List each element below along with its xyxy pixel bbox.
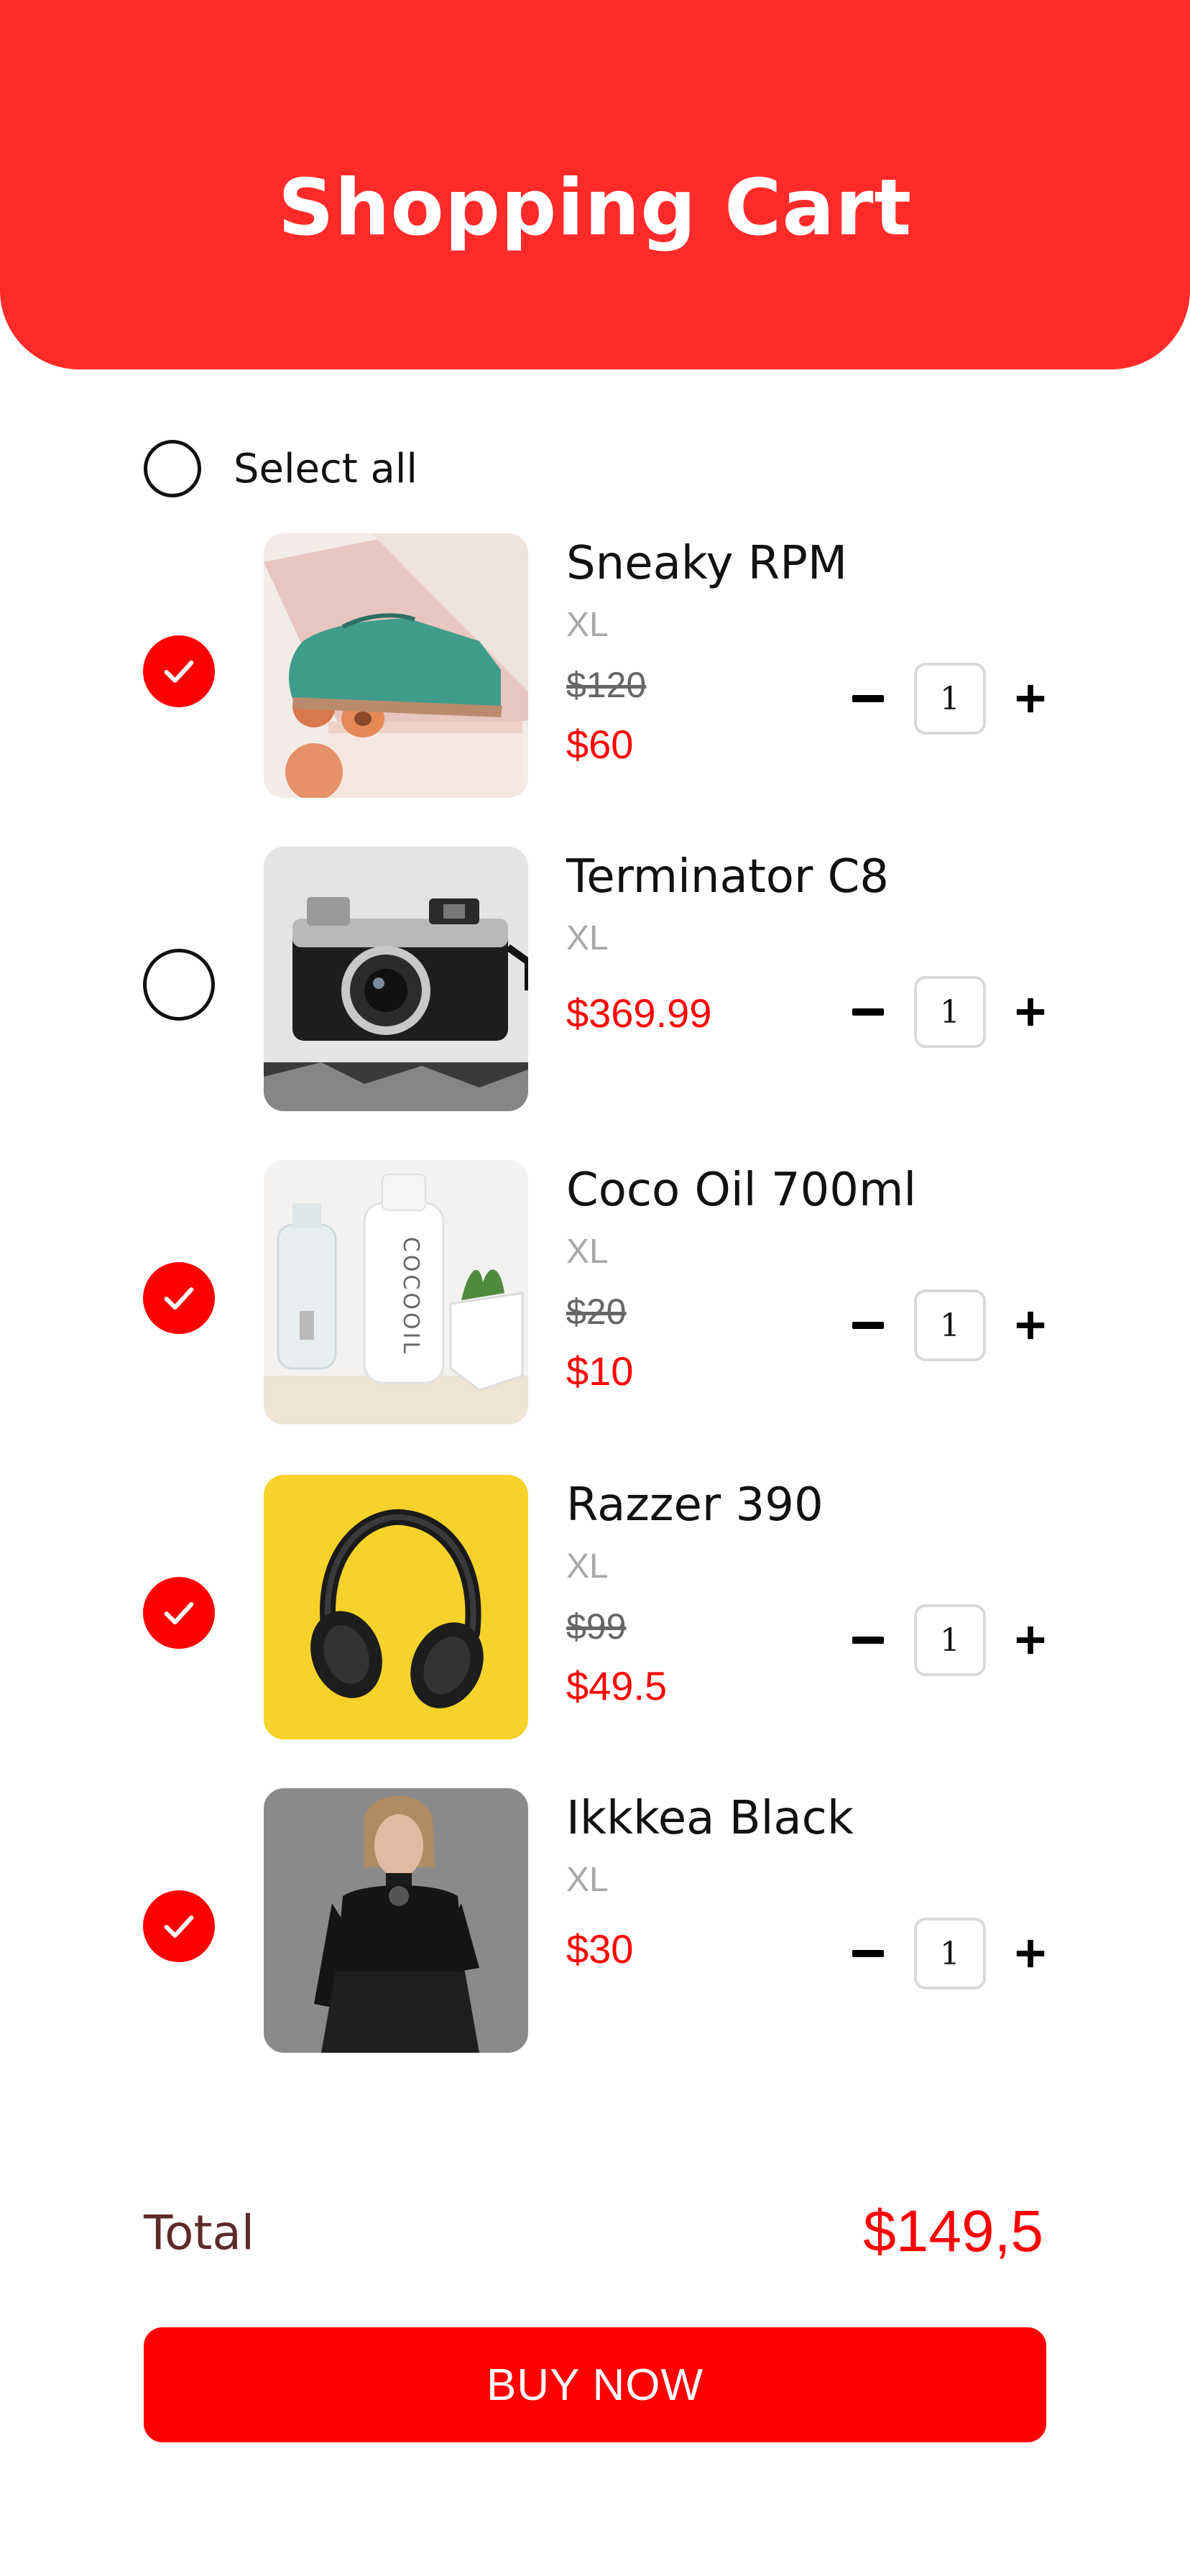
cart-item: Terminator C8 XL $369.99 1 [0, 847, 1190, 1111]
select-all-row[interactable]: Select all [144, 440, 418, 497]
product-size: XL [566, 606, 609, 644]
cart-item: Sneaky RPM XL $120 $60 1 [0, 533, 1190, 798]
product-info: Terminator C8 XL $369.99 [566, 847, 889, 1111]
increase-quantity-button[interactable] [1010, 1604, 1051, 1676]
check-icon [164, 661, 194, 684]
product-price: $60 [566, 722, 634, 767]
minus-icon [852, 1950, 884, 1957]
product-image[interactable]: COCOOIL [264, 1160, 528, 1425]
plus-icon [1016, 1939, 1045, 1968]
quantity-value[interactable]: 1 [914, 1289, 986, 1361]
quantity-stepper: 1 [848, 976, 1056, 1048]
product-size: XL [566, 1861, 609, 1899]
plus-icon [1016, 684, 1045, 713]
product-price: $10 [566, 1348, 634, 1394]
decrease-quantity-button[interactable] [848, 976, 888, 1048]
item-checkbox-checked[interactable] [143, 1577, 215, 1649]
product-price: $369.99 [566, 990, 712, 1036]
page-title: Shopping Cart [277, 162, 913, 253]
quantity-value[interactable]: 1 [914, 663, 986, 735]
product-info: Coco Oil 700ml XL $20 $10 [566, 1160, 916, 1425]
total-value: $149,5 [863, 2199, 1043, 2264]
quantity-value[interactable]: 1 [914, 976, 986, 1048]
plus-icon [1016, 998, 1045, 1026]
minus-icon [852, 1322, 884, 1329]
minus-icon [852, 1637, 884, 1644]
increase-quantity-button[interactable] [1010, 1918, 1051, 1990]
product-image[interactable] [264, 1788, 528, 2053]
product-info: Sneaky RPM XL $120 $60 [566, 533, 868, 798]
total-label: Total [144, 2205, 255, 2260]
increase-quantity-button[interactable] [1010, 976, 1051, 1048]
product-name[interactable]: Razzer 390 [566, 1482, 868, 1528]
quantity-stepper: 1 [848, 1289, 1056, 1361]
plus-icon [1016, 1311, 1045, 1340]
product-image[interactable] [264, 1475, 528, 1739]
product-size: XL [566, 1547, 609, 1586]
product-name[interactable]: Terminator C8 [566, 854, 889, 900]
product-original-price: $20 [566, 1292, 627, 1332]
quantity-stepper: 1 [848, 1918, 1056, 1990]
product-name[interactable]: Sneaky RPM [566, 540, 868, 586]
cart-item: Ikkkea Black XL $30 1 [0, 1788, 1190, 2053]
product-size: XL [566, 919, 609, 957]
quantity-value[interactable]: 1 [914, 1604, 986, 1676]
item-checkbox-unchecked[interactable] [143, 949, 215, 1021]
increase-quantity-button[interactable] [1010, 663, 1051, 735]
decrease-quantity-button[interactable] [848, 1918, 888, 1990]
minus-icon [852, 695, 884, 702]
product-original-price: $99 [566, 1606, 627, 1647]
product-info: Ikkkea Black XL $30 [566, 1788, 868, 2053]
cart-item: COCOOIL Coco Oil 700ml XL $20 $10 1 [0, 1160, 1190, 1425]
buy-now-button[interactable]: BUY NOW [144, 2327, 1046, 2442]
product-original-price: $120 [566, 665, 647, 705]
product-image[interactable] [264, 533, 528, 798]
quantity-value[interactable]: 1 [914, 1918, 986, 1990]
cart-item: Razzer 390 XL $99 $49.5 1 [0, 1475, 1190, 1739]
product-name[interactable]: Coco Oil 700ml [566, 1167, 916, 1213]
product-size: XL [566, 1233, 609, 1271]
product-name[interactable]: Ikkkea Black [566, 1795, 868, 1841]
product-info: Razzer 390 XL $99 $49.5 [566, 1475, 868, 1739]
quantity-stepper: 1 [848, 663, 1056, 735]
decrease-quantity-button[interactable] [848, 663, 888, 735]
header: Shopping Cart [0, 0, 1190, 369]
product-image[interactable] [264, 847, 528, 1111]
item-checkbox-checked[interactable] [143, 635, 215, 707]
select-all-checkbox[interactable] [144, 440, 201, 497]
select-all-label: Select all [234, 445, 418, 492]
decrease-quantity-button[interactable] [848, 1604, 888, 1676]
item-checkbox-checked[interactable] [143, 1262, 215, 1334]
increase-quantity-button[interactable] [1010, 1289, 1051, 1361]
plus-icon [1016, 1626, 1045, 1655]
quantity-stepper: 1 [848, 1604, 1056, 1676]
check-icon [164, 1915, 194, 1938]
svg-text:COCOOIL: COCOOIL [398, 1237, 423, 1356]
product-price: $30 [566, 1926, 634, 1972]
minus-icon [852, 1008, 884, 1016]
check-icon [164, 1287, 194, 1310]
product-price: $49.5 [566, 1663, 668, 1708]
cart-page: Shopping Cart Select all Sneaky RPM XL $… [0, 0, 1190, 2576]
check-icon [164, 1602, 194, 1625]
item-checkbox-checked[interactable] [143, 1890, 215, 1962]
decrease-quantity-button[interactable] [848, 1289, 888, 1361]
